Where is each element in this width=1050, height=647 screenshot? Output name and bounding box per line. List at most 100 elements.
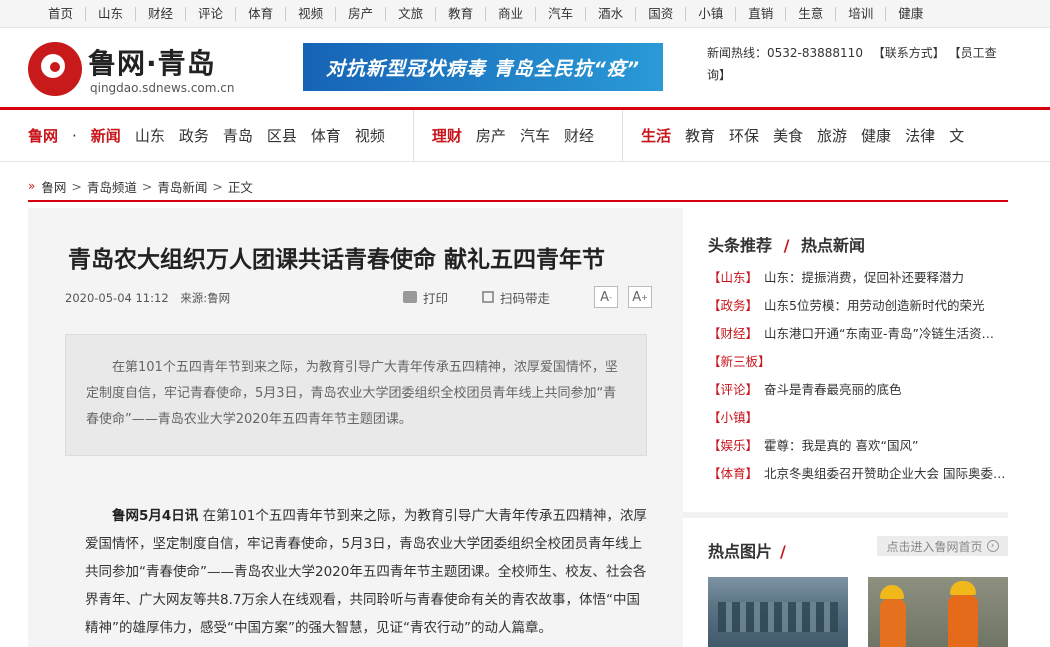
news-category-tag[interactable]: 【评论】 xyxy=(708,382,758,397)
nav-group-life: 生活 教育 环保 美食 旅游 健康 法律文 xyxy=(641,110,992,162)
news-category-tag[interactable]: 【娱乐】 xyxy=(708,438,758,453)
news-category-tag[interactable]: 【体育】 xyxy=(708,466,758,481)
news-category-tag[interactable]: 【政务】 xyxy=(708,298,758,313)
main-nav-item[interactable]: 房产 xyxy=(476,125,506,146)
news-list-item[interactable]: 【山东】 山东：提振消费，促回补还要释潜力 xyxy=(708,264,1008,292)
news-list-item[interactable]: 【小镇】 xyxy=(708,404,1008,432)
news-list-item[interactable]: 【娱乐】 霍尊：我是真的 喜欢“国风” xyxy=(708,432,1008,460)
news-headline[interactable]: 奋斗是青春最亮丽的底色 xyxy=(764,382,902,397)
news-headline[interactable]: 山东5位劳模：用劳动创造新时代的荣光 xyxy=(764,298,984,313)
main-nav-item[interactable]: 财经 xyxy=(564,125,594,146)
go-home-label: 点击进入鲁网首页 xyxy=(886,539,983,554)
hot-picture-port[interactable] xyxy=(708,577,848,647)
top-nav-item[interactable]: 房产 xyxy=(335,6,385,21)
news-headline[interactable]: 山东港口开通“东南亚-青岛”冷链生活资… xyxy=(764,326,994,341)
main-nav-item[interactable]: 生活 xyxy=(641,125,671,146)
nav-group-finance: 理财 房产 汽车 财经 xyxy=(432,109,623,162)
print-button[interactable]: 打印 xyxy=(403,288,448,307)
nav-group-news: 鲁网 · 新闻 山东 政务 青岛 区县 体育 视频 xyxy=(28,109,414,162)
hot-news-list: 【山东】 山东：提振消费，促回补还要释潜力 【政务】 山东5位劳模：用劳动创造新时代的… xyxy=(708,264,1008,488)
logo-name: 鲁网·青岛 xyxy=(88,47,216,80)
article-date: 2020-05-04 11:12 xyxy=(65,291,169,305)
worker-shape xyxy=(880,599,906,647)
top-nav-item[interactable]: 山东 xyxy=(85,6,135,21)
main-nav-item[interactable]: 新闻 xyxy=(91,125,121,146)
breadcrumb-item[interactable]: 青岛频道 xyxy=(87,177,137,196)
news-list-item[interactable]: 【财经】 山东港口开通“东南亚-青岛”冷链生活资… xyxy=(708,320,1008,348)
hotline-info: 新闻热线：0532-83888110 【联系方式】 【员工查询】 xyxy=(707,42,1007,86)
top-nav-item[interactable]: 小镇 xyxy=(685,6,735,21)
breadcrumb-separator-icon: > xyxy=(212,178,223,194)
top-nav-item[interactable]: 商业 xyxy=(485,6,535,21)
top-nav-item[interactable]: 国资 xyxy=(635,6,685,21)
main-nav-item[interactable]: 政务 xyxy=(179,125,209,146)
main-nav-item[interactable]: 青岛 xyxy=(223,125,253,146)
news-category-tag[interactable]: 【财经】 xyxy=(708,326,758,341)
main-nav-item[interactable]: 汽车 xyxy=(520,125,550,146)
main-nav-item[interactable]: 视频 xyxy=(355,125,385,146)
top-nav-item[interactable]: 评论 xyxy=(185,6,235,21)
print-label: 打印 xyxy=(423,290,449,306)
news-headline[interactable]: 霍尊：我是真的 喜欢“国风” xyxy=(764,438,918,453)
top-nav-item[interactable]: 体育 xyxy=(235,6,285,21)
main-nav-item[interactable]: 体育 xyxy=(311,125,341,146)
breadcrumb-item: 正文 xyxy=(227,179,253,195)
breadcrumb-separator-icon: > xyxy=(141,178,153,194)
nav-separator: · xyxy=(72,126,77,145)
news-category-tag[interactable]: 【新三板】 xyxy=(708,354,771,369)
go-home-button[interactable]: 点击进入鲁网首页 › xyxy=(877,536,1008,556)
top-nav-item[interactable]: 直销 xyxy=(735,6,785,21)
breadcrumb-item[interactable]: 青岛新闻 xyxy=(157,177,207,196)
tab-headline-recommend[interactable]: 头条推荐 xyxy=(708,236,772,255)
site-logo[interactable]: 鲁网·青岛 qingdao.sdnews.com.cn xyxy=(28,38,248,98)
news-headline[interactable]: 山东：提振消费，促回补还要释潜力 xyxy=(764,270,964,285)
news-list-item[interactable]: 【政务】 山东5位劳模：用劳动创造新时代的荣光 xyxy=(708,292,1008,320)
news-list-item[interactable]: 【体育】 北京冬奥组委召开赞助企业大会 国际奥委… xyxy=(708,460,1008,488)
top-nav-item[interactable]: 教育 xyxy=(435,6,485,21)
campaign-banner[interactable]: 对抗新型冠状病毒 青岛全民抗“疫” xyxy=(303,43,663,91)
news-headline[interactable]: 北京冬奥组委召开赞助企业大会 国际奥委… xyxy=(764,466,1005,481)
article-lead: 鲁网5月4日讯 xyxy=(112,508,199,524)
contact-link[interactable]: 【联系方式】 xyxy=(873,46,945,60)
scan-qr-button[interactable]: 扫码带走 xyxy=(482,288,550,307)
qr-code-icon xyxy=(482,291,495,303)
main-nav-item[interactable]: 文 xyxy=(949,125,964,146)
top-nav-item[interactable]: 首页 xyxy=(48,6,85,21)
main-nav-item[interactable]: 教育 xyxy=(685,125,715,146)
news-category-tag[interactable]: 【山东】 xyxy=(708,270,758,285)
main-nav-item[interactable]: 美食 xyxy=(773,125,803,146)
news-list-item[interactable]: 【评论】 奋斗是青春最亮丽的底色 xyxy=(708,376,1008,404)
hotline-text: 新闻热线：0532-83888110 xyxy=(707,46,863,60)
top-nav-item[interactable]: 培训 xyxy=(835,6,885,21)
main-nav-item[interactable]: 健康 xyxy=(861,125,891,146)
scan-label: 扫码带走 xyxy=(500,290,551,306)
top-nav-item[interactable]: 视频 xyxy=(285,6,335,21)
top-nav-item[interactable]: 文旅 xyxy=(385,6,435,21)
main-nav-item[interactable]: 法律 xyxy=(905,125,935,146)
top-nav-item[interactable]: 财经 xyxy=(135,6,185,21)
article-body-text: 在第101个五四青年节到来之际，为教育引导广大青年传承五四精神，浓厚爱国情怀，坚… xyxy=(85,508,647,636)
article-tools: 打印 扫码带走 A- A + xyxy=(403,286,653,308)
top-nav-item[interactable]: 健康 xyxy=(885,6,935,21)
top-nav-item[interactable]: 生意 xyxy=(785,6,835,21)
main-nav-item[interactable]: 区县 xyxy=(267,125,297,146)
top-nav-item[interactable]: 汽车 xyxy=(535,6,585,21)
main-nav-item[interactable]: 山东 xyxy=(135,125,165,146)
main-nav-item[interactable]: 理财 xyxy=(432,125,462,146)
section-divider xyxy=(683,512,1008,518)
hot-picture-workers[interactable] xyxy=(868,577,1008,647)
top-nav-item[interactable]: 酒水 xyxy=(585,6,635,21)
tab-hot-news[interactable]: 热点新闻 xyxy=(801,236,865,255)
news-category-tag[interactable]: 【小镇】 xyxy=(708,410,758,425)
main-nav-item[interactable]: 旅游 xyxy=(817,125,847,146)
news-list-item[interactable]: 【新三板】 xyxy=(708,348,1008,376)
font-increase-label: A xyxy=(632,289,642,305)
breadcrumb-item[interactable]: 鲁网 xyxy=(41,177,66,196)
font-increase-button[interactable]: A + xyxy=(628,286,653,308)
logo-mark-icon xyxy=(28,42,82,96)
main-nav-item[interactable]: 鲁网 xyxy=(28,125,58,146)
main-nav-item[interactable]: 环保 xyxy=(729,125,759,146)
font-decrease-button[interactable]: A- xyxy=(594,286,619,308)
article-source: 来源:鲁网 xyxy=(180,291,231,305)
helmet-shape xyxy=(880,585,904,599)
